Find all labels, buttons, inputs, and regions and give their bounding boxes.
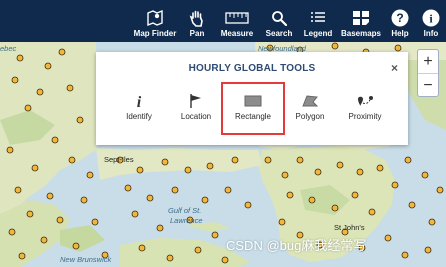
- toolbar-info[interactable]: i Info: [416, 0, 446, 42]
- tool-label: Proximity: [348, 112, 382, 121]
- map-label-sept-iles: Sept-Iles: [104, 155, 134, 164]
- zoom-out-button[interactable]: −: [418, 73, 438, 97]
- zoom-in-button[interactable]: +: [418, 50, 438, 73]
- close-button[interactable]: ×: [391, 61, 398, 75]
- toolbar-pan[interactable]: Pan: [180, 0, 214, 42]
- tool-polygon[interactable]: Polygon: [281, 90, 339, 130]
- flag-icon: [167, 90, 225, 112]
- hand-icon: [189, 7, 205, 29]
- toolbar-measure[interactable]: Measure: [214, 0, 260, 42]
- toolbar-label: Legend: [303, 29, 333, 38]
- search-icon: [271, 7, 287, 29]
- zoom-control: + −: [417, 49, 439, 97]
- toolbar-label: Search: [265, 29, 293, 38]
- tool-label: Location: [180, 112, 212, 121]
- info-icon: i: [422, 7, 440, 29]
- toolbar-label: Pan: [189, 29, 205, 38]
- rectangle-icon: [223, 90, 283, 112]
- svg-text:?: ?: [396, 11, 403, 25]
- tool-label: Rectangle: [234, 112, 272, 121]
- toolbar-search[interactable]: Search: [260, 0, 298, 42]
- map-label-quebec: ebec: [0, 44, 17, 53]
- toolbar-map-finder[interactable]: Map Finder: [130, 0, 180, 42]
- watermark: CSDN @bug麻我经常写: [226, 238, 367, 253]
- tool-label: Identify: [126, 112, 152, 121]
- map-label-gulf: Gulf of St.: [168, 206, 202, 215]
- tool-proximity[interactable]: Proximity: [336, 90, 394, 130]
- map-label-st-johns: St John's: [334, 223, 365, 232]
- toolbar-label: Basemaps: [340, 29, 382, 38]
- toolbar-basemaps[interactable]: Basemaps: [338, 0, 384, 42]
- panel-title: HOURLY GLOBAL TOOLS: [188, 63, 316, 74]
- ruler-icon: [225, 7, 249, 29]
- question-icon: ?: [391, 7, 409, 29]
- info-i-icon: i: [110, 90, 168, 112]
- list-icon: [310, 7, 326, 29]
- polygon-icon: [281, 90, 339, 112]
- hourly-global-tools-panel: HOURLY GLOBAL TOOLS × i Identify Locatio…: [96, 52, 408, 145]
- top-toolbar: Map Finder Pan Measure Search Legend Bas…: [0, 0, 446, 42]
- toolbar-label: Measure: [220, 29, 254, 38]
- tool-location[interactable]: Location: [167, 90, 225, 130]
- toolbar-legend[interactable]: Legend: [298, 0, 338, 42]
- map-label-lawrence: Lawrence: [170, 216, 203, 225]
- toolbar-label: Map Finder: [133, 29, 177, 38]
- tool-label: Polygon: [295, 112, 325, 121]
- tool-identify[interactable]: i Identify: [110, 90, 168, 130]
- map-label-new-brunswick: New Brunswick: [60, 255, 112, 264]
- proximity-icon: [336, 90, 394, 112]
- svg-text:i: i: [137, 94, 142, 109]
- grid-icon: [352, 7, 370, 29]
- tool-rectangle[interactable]: Rectangle: [221, 82, 285, 135]
- map-marker-icon: [146, 7, 164, 29]
- toolbar-label: Help: [391, 29, 409, 38]
- toolbar-help[interactable]: ? Help: [384, 0, 416, 42]
- toolbar-label: Info: [423, 29, 439, 38]
